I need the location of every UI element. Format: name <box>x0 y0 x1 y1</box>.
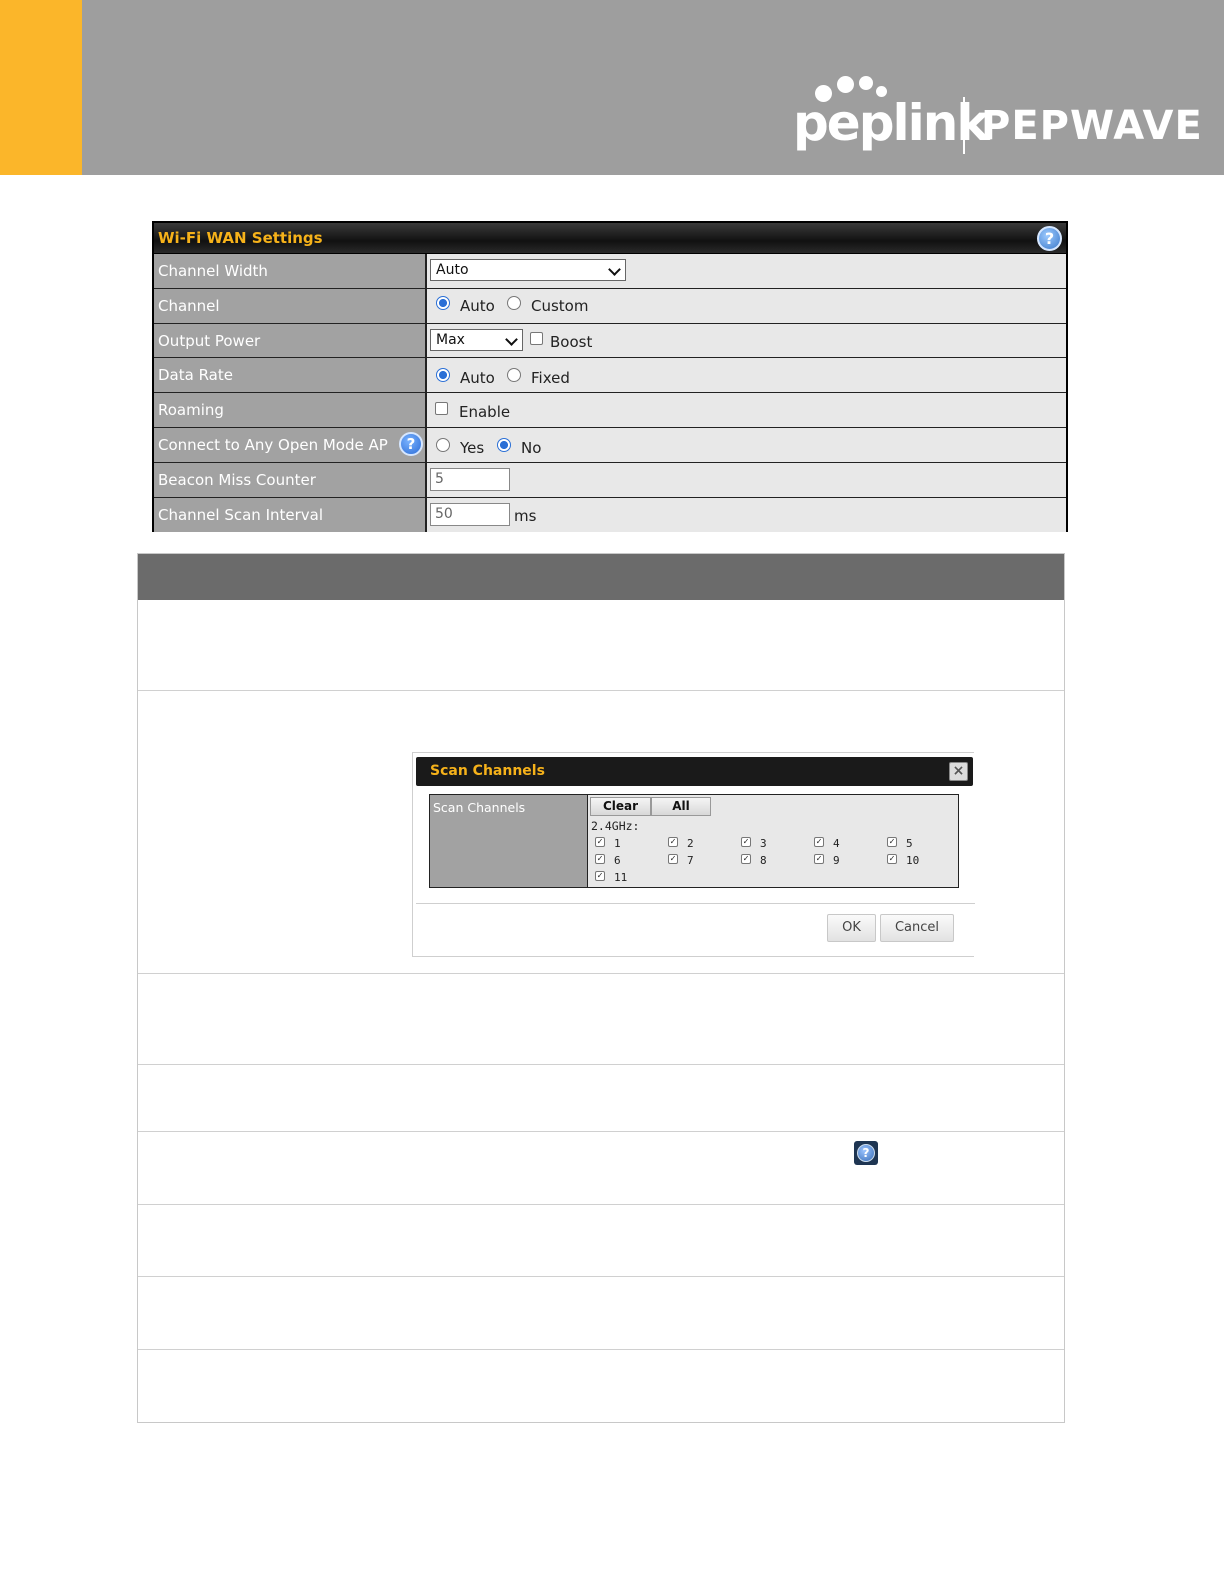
table-divider <box>138 1064 1064 1065</box>
open-mode-no-radio[interactable] <box>497 437 511 452</box>
option-label: No <box>521 438 542 457</box>
channel-label: 3 <box>760 837 767 850</box>
channel-label: 1 <box>614 837 621 850</box>
close-icon[interactable]: × <box>949 762 968 781</box>
table-header <box>138 554 1064 600</box>
channel-checkbox[interactable]: ✓ <box>887 854 897 864</box>
channel-label: 6 <box>614 854 621 867</box>
row-label: Connect to Any Open Mode AP ? <box>154 427 427 462</box>
table-divider <box>138 973 1064 974</box>
unit-label: ms <box>514 506 537 525</box>
channel-auto-radio[interactable] <box>436 295 450 310</box>
row-label: Output Power <box>154 323 427 358</box>
row-beacon-miss: Beacon Miss Counter 5 <box>154 462 1066 498</box>
table-divider <box>138 1204 1064 1205</box>
band-label: 2.4GHz: <box>591 819 640 833</box>
channel-label: 11 <box>614 871 628 884</box>
table-divider <box>138 1276 1064 1277</box>
scan-channels-dialog: Scan Channels × Scan Channels Clear All … <box>412 752 975 957</box>
channel-checkbox[interactable]: ✓ <box>741 837 751 847</box>
chevron-down-icon <box>505 332 518 346</box>
description-table: ? <box>137 553 1065 1423</box>
row-label: Beacon Miss Counter <box>154 462 427 497</box>
channel-checkbox[interactable]: ✓ <box>814 854 824 864</box>
channel-checkbox[interactable]: ✓ <box>595 871 605 881</box>
option-label: Fixed <box>531 369 570 388</box>
beacon-miss-input[interactable]: 5 <box>430 467 510 491</box>
row-label: Channel <box>154 288 427 323</box>
table-divider: ? <box>138 1131 1064 1165</box>
roaming-enable-checkbox[interactable] <box>435 402 448 416</box>
chevron-down-icon <box>608 263 621 276</box>
option-label: Yes <box>460 438 485 457</box>
table-divider <box>138 690 1064 691</box>
option-label: Auto <box>460 369 495 388</box>
wifi-wan-settings-panel: Wi-Fi WAN Settings ? Channel Width Auto … <box>152 221 1068 533</box>
channel-label: 2 <box>687 837 694 850</box>
scan-channels-table: Scan Channels Clear All 2.4GHz: ✓ 1 ✓ 2 ✓ 3 ✓ 4… <box>429 794 959 888</box>
logo-pepwave: PEPWAVE <box>981 103 1203 149</box>
row-channel-width: Channel Width Auto <box>154 254 1066 289</box>
data-rate-fixed-radio[interactable] <box>507 368 521 383</box>
channel-checkbox[interactable]: ✓ <box>741 854 751 864</box>
channel-checkbox[interactable]: ✓ <box>595 854 605 864</box>
panel-header: Wi-Fi WAN Settings ? <box>154 223 1066 254</box>
select-value: Max <box>436 331 465 348</box>
logo-divider <box>963 97 965 154</box>
row-label: Roaming <box>154 393 427 427</box>
output-power-select[interactable]: Max <box>430 328 523 351</box>
row-roaming: Roaming Enable <box>154 393 1066 428</box>
logo-peplink: peplink <box>793 94 990 152</box>
channel-custom-radio[interactable] <box>507 295 521 310</box>
row-label: Scan Channels <box>430 795 588 887</box>
channel-checkbox[interactable]: ✓ <box>668 854 678 864</box>
dialog-header: Scan Channels × <box>416 757 973 786</box>
brand-logo: peplink PEPWAVE <box>790 70 1203 165</box>
open-mode-yes-radio[interactable] <box>436 437 450 452</box>
boost-checkbox[interactable] <box>530 331 543 345</box>
row-label: Channel Width <box>154 254 427 288</box>
cancel-button[interactable]: Cancel <box>880 914 954 942</box>
dialog-title: Scan Channels <box>430 763 545 779</box>
table-divider <box>138 1349 1064 1350</box>
select-value: Auto <box>436 262 469 278</box>
option-label: Boost <box>550 332 593 351</box>
row-scan-interval: Channel Scan Interval 50 ms <box>154 497 1066 533</box>
option-label: Enable <box>459 403 511 422</box>
channel-width-select[interactable]: Auto <box>430 259 626 281</box>
channel-label: 9 <box>833 854 840 867</box>
row-label: Channel Scan Interval <box>154 497 427 533</box>
help-icon: ? <box>854 1141 878 1165</box>
help-icon[interactable]: ? <box>399 431 423 456</box>
help-icon[interactable]: ? <box>1037 226 1062 251</box>
row-label: Data Rate <box>154 358 427 393</box>
clear-button[interactable]: Clear <box>590 797 651 816</box>
channel-label: 5 <box>906 837 913 850</box>
ok-button[interactable]: OK <box>827 914 876 942</box>
channel-label: 7 <box>687 854 694 867</box>
row-output-power: Output Power Max Boost <box>154 323 1066 359</box>
data-rate-auto-radio[interactable] <box>436 368 450 383</box>
option-label: Auto <box>460 296 495 315</box>
row-open-mode-ap: Connect to Any Open Mode AP ? Yes No <box>154 427 1066 463</box>
header-accent-bar <box>0 0 82 175</box>
row-data-rate: Data Rate Auto Fixed <box>154 358 1066 394</box>
panel-title: Wi-Fi WAN Settings <box>158 229 323 247</box>
channel-label: 8 <box>760 854 767 867</box>
dialog-divider <box>416 903 975 904</box>
label-text: Connect to Any Open Mode AP <box>158 435 388 454</box>
channel-checkbox[interactable]: ✓ <box>814 837 824 847</box>
page-header: peplink PEPWAVE <box>0 0 1224 175</box>
channel-checkbox[interactable]: ✓ <box>887 837 897 847</box>
channel-label: 10 <box>906 854 920 867</box>
row-channel: Channel Auto Custom <box>154 288 1066 324</box>
scan-interval-input[interactable]: 50 <box>430 502 510 526</box>
option-label: Custom <box>531 296 589 315</box>
all-button[interactable]: All <box>651 797 711 816</box>
channel-checkbox[interactable]: ✓ <box>595 837 605 847</box>
channel-label: 4 <box>833 837 840 850</box>
channel-checkbox[interactable]: ✓ <box>668 837 678 847</box>
channel-list: Clear All 2.4GHz: ✓ 1 ✓ 2 ✓ 3 ✓ 4 ✓ 5 ✓ 6 ✓ 7 ✓ 8 ✓ 9 ✓ 10 ✓… <box>588 795 958 887</box>
